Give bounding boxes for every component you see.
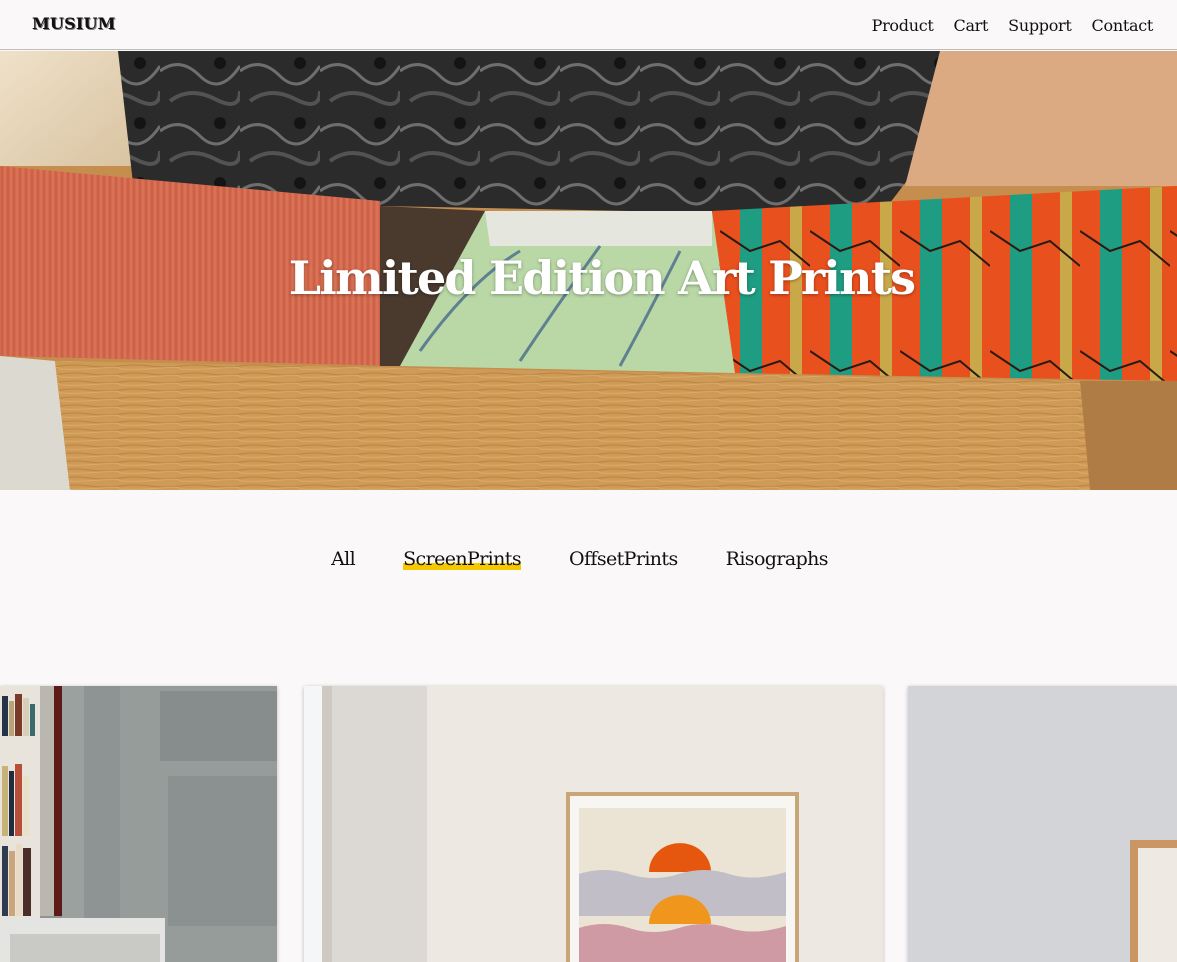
sunset-waves-framed-print-image — [304, 686, 883, 962]
hero-title: Limited Edition Art Prints — [288, 251, 916, 305]
top-navigation-bar: MUSIUM Product Cart Support Contact — [0, 0, 1177, 50]
product-card[interactable] — [0, 686, 277, 962]
filter-tab-risographs[interactable]: Risographs — [726, 548, 829, 570]
nav-product-link[interactable]: Product — [872, 16, 934, 35]
main-nav: Product Cart Support Contact — [872, 16, 1154, 35]
wood-frame-wall-print-image — [908, 686, 1177, 962]
filter-tab-screenprints[interactable]: ScreenPrints — [403, 548, 522, 570]
site-logo[interactable]: MUSIUM — [32, 14, 116, 33]
filter-tab-offsetprints[interactable]: OffsetPrints — [569, 548, 678, 570]
product-card[interactable] — [908, 686, 1177, 962]
nav-support-link[interactable]: Support — [1008, 16, 1072, 35]
category-filter-tabs: All ScreenPrints OffsetPrints Risographs — [0, 548, 1177, 570]
hero-banner: Limited Edition Art Prints — [0, 51, 1177, 490]
nav-contact-link[interactable]: Contact — [1092, 16, 1154, 35]
product-card[interactable] — [304, 686, 883, 962]
bookshelf-room-print-image — [0, 686, 277, 962]
nav-cart-link[interactable]: Cart — [954, 16, 989, 35]
filter-tab-all[interactable]: All — [331, 548, 356, 570]
